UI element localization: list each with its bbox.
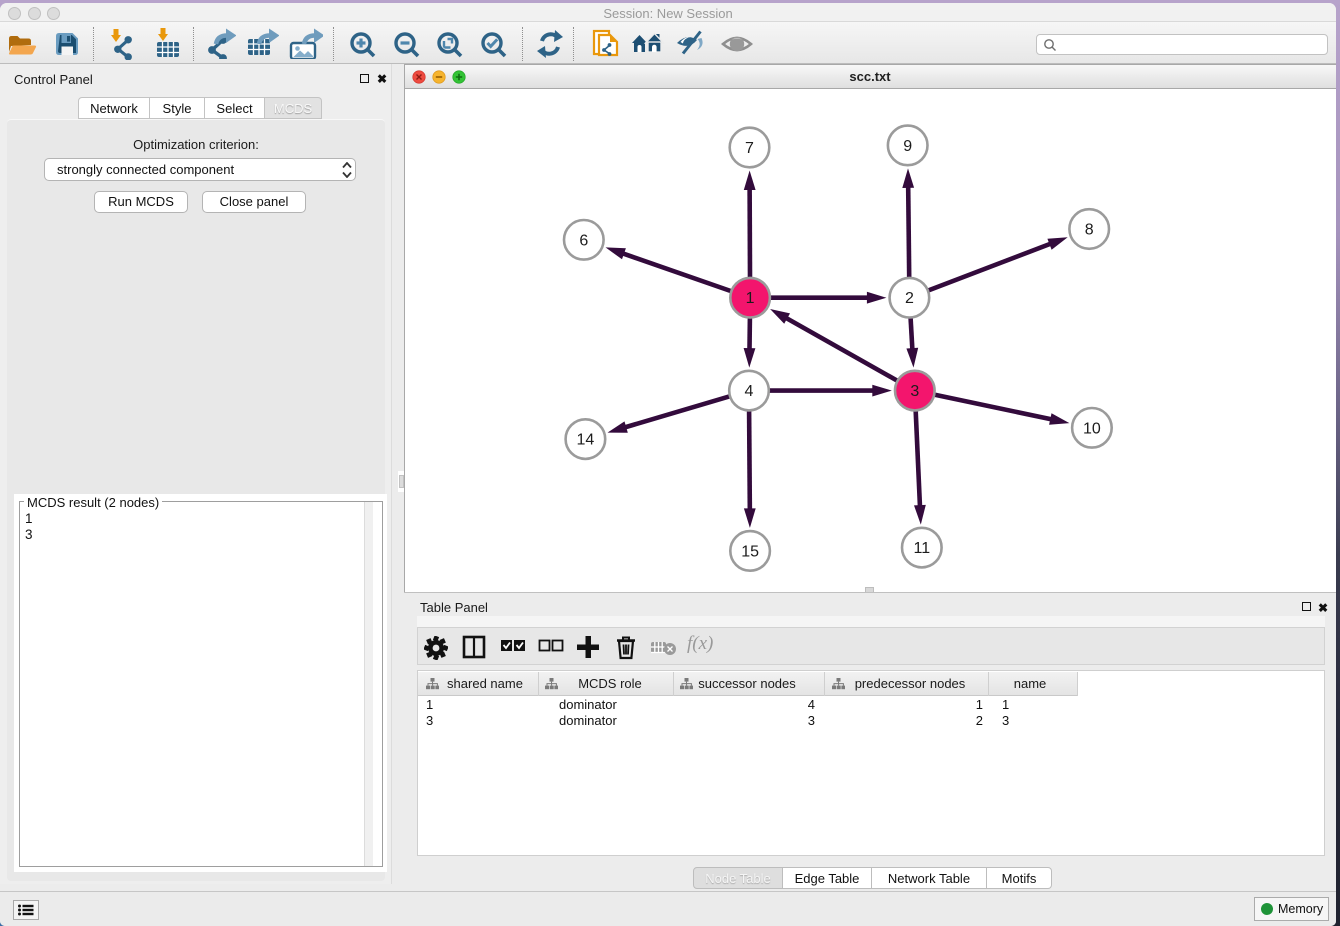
svg-text:15: 15 [741,543,759,560]
svg-text:10: 10 [1083,420,1101,437]
svg-text:11: 11 [913,540,930,557]
svg-text:7: 7 [745,140,754,157]
svg-text:4: 4 [745,383,754,400]
svg-text:3: 3 [910,383,919,400]
svg-text:6: 6 [579,232,588,249]
svg-text:14: 14 [577,432,595,449]
svg-text:1: 1 [746,290,755,307]
svg-text:8: 8 [1085,222,1094,239]
svg-text:2: 2 [905,290,914,307]
svg-text:9: 9 [903,138,912,155]
